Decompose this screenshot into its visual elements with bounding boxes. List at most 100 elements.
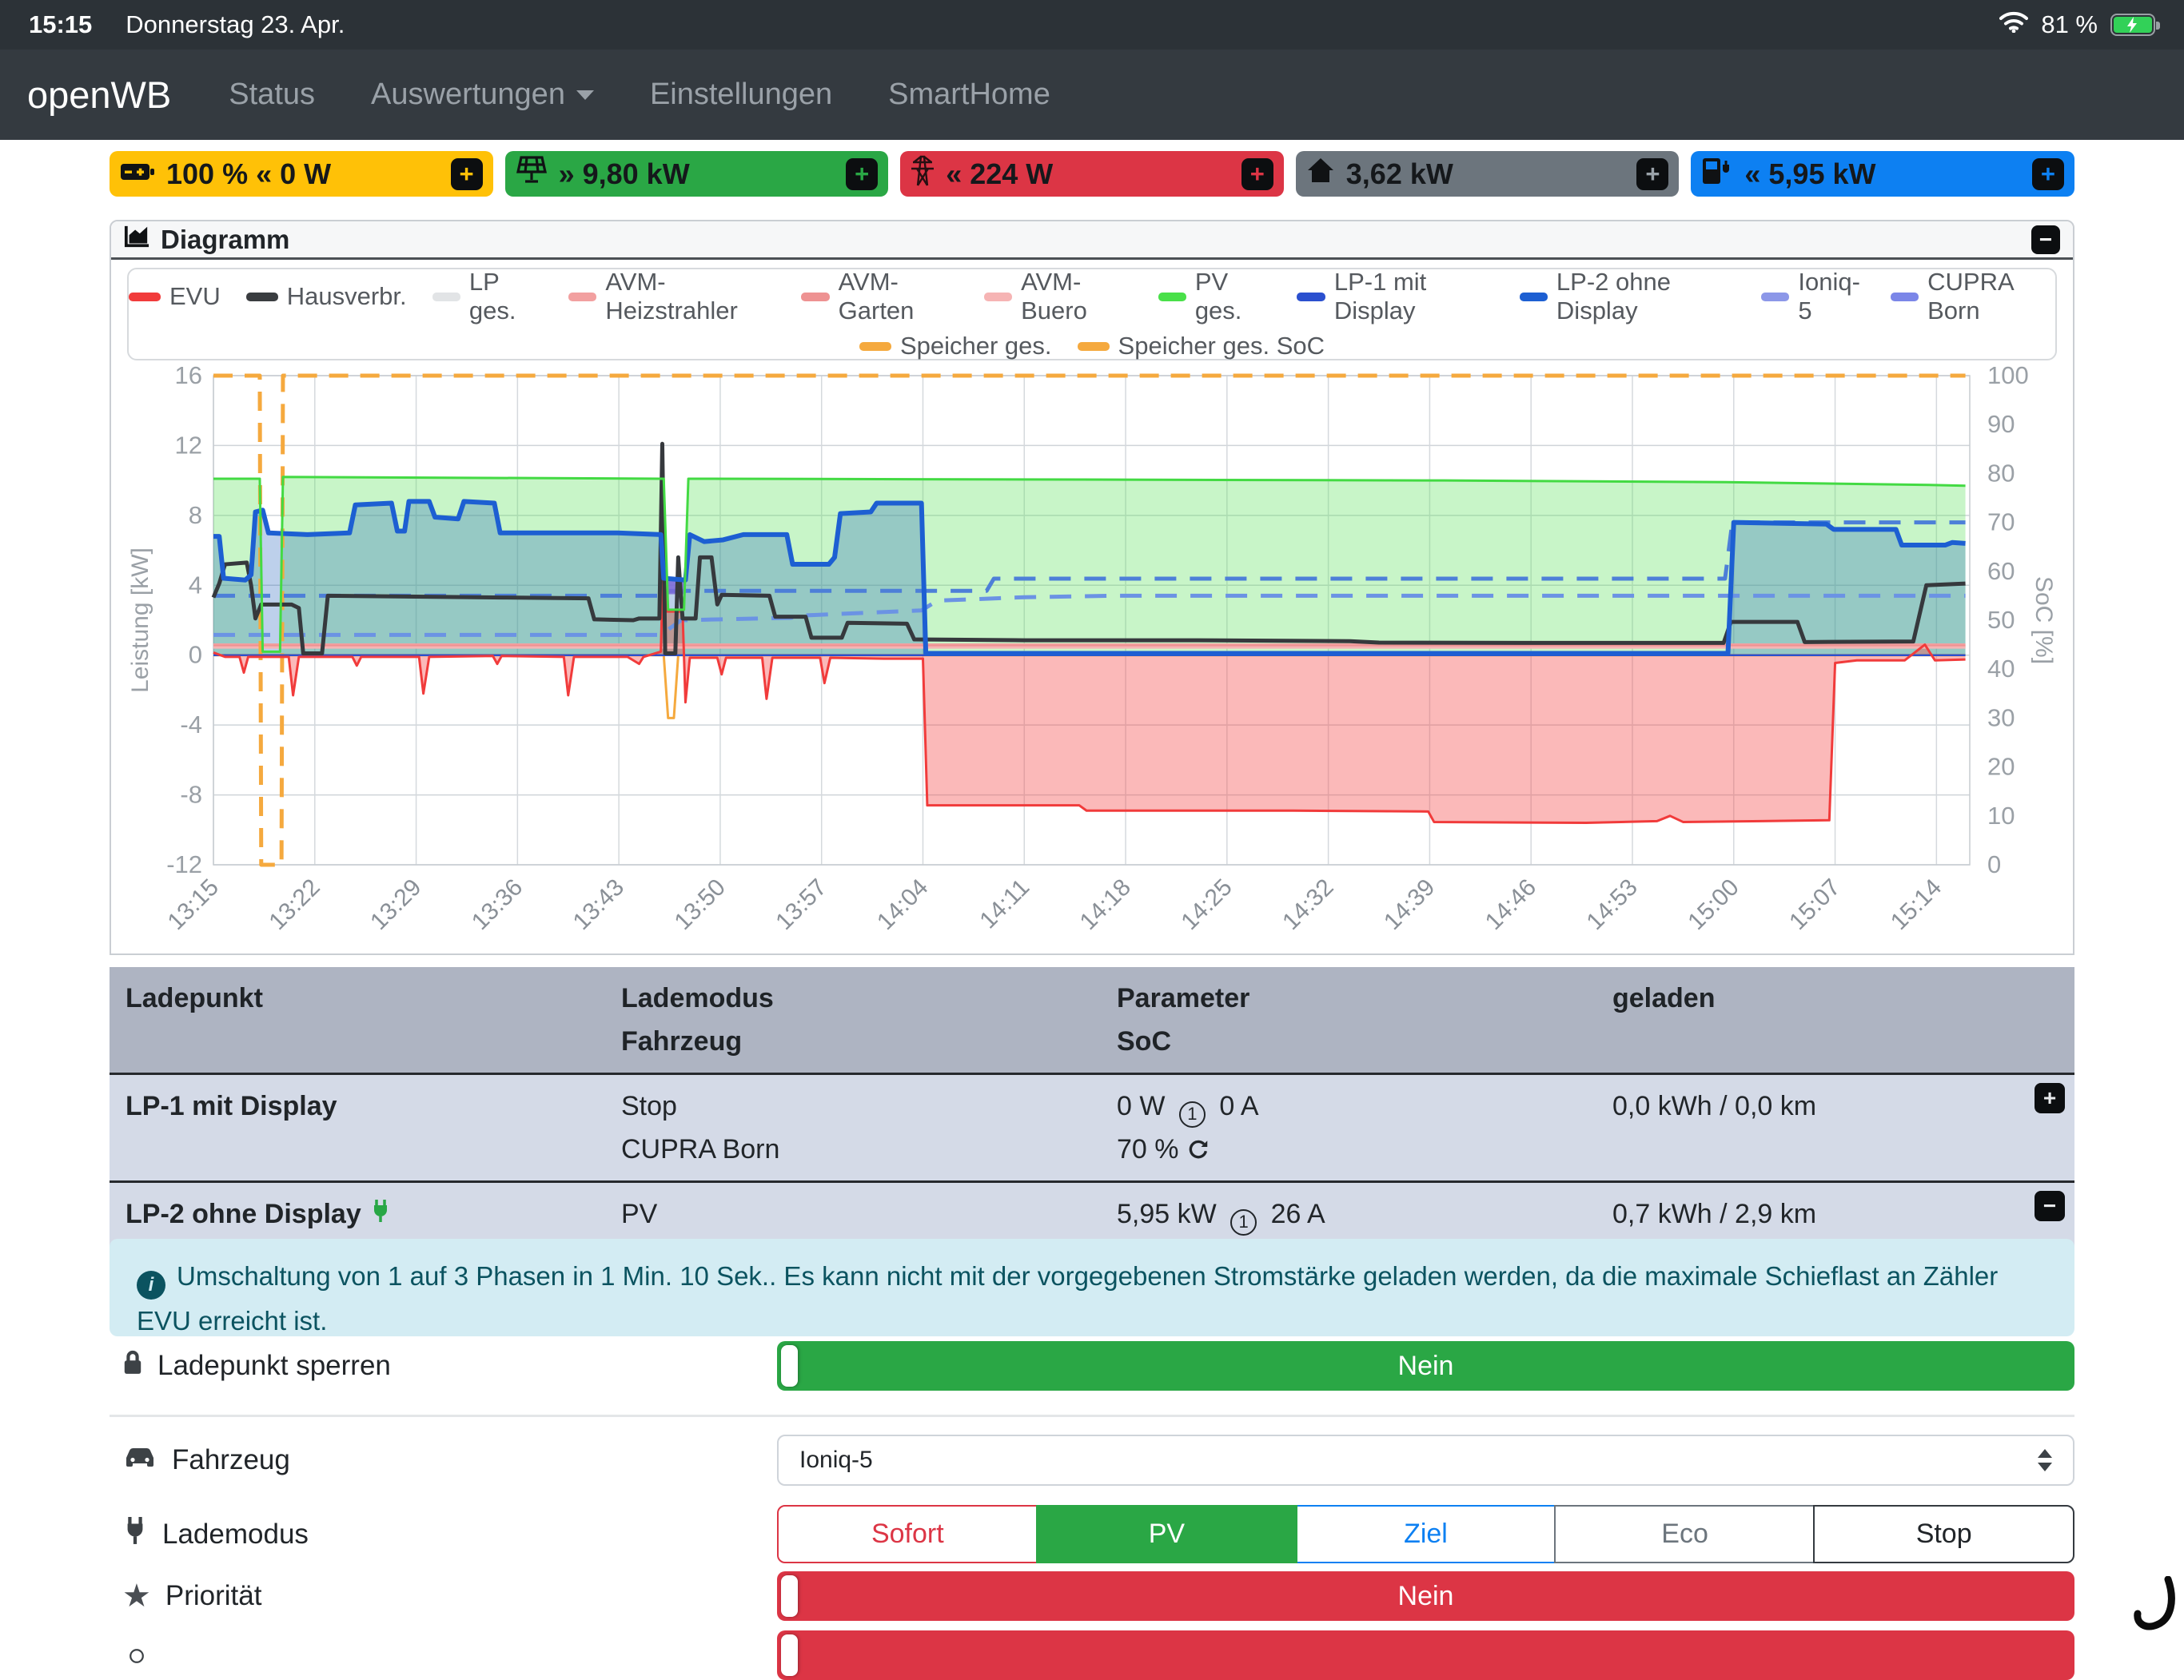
badge-add-button[interactable]: + <box>1241 158 1273 190</box>
nav-item-auswertungen[interactable]: Auswertungen <box>371 78 594 112</box>
legend-item[interactable]: Ioniq-5 <box>1761 268 1865 325</box>
lademodus-icon <box>122 1515 148 1553</box>
mode-button-stop[interactable]: Stop <box>1813 1505 2074 1563</box>
svg-text:-12: -12 <box>166 850 202 878</box>
alert-text: Umschaltung von 1 auf 3 Phasen in 1 Min.… <box>137 1261 1998 1336</box>
wifi-icon <box>1999 10 2028 39</box>
svg-text:70: 70 <box>1987 508 2015 536</box>
legend-item[interactable]: AVM-Garten <box>801 268 958 325</box>
battery-charging-icon <box>2110 14 2155 36</box>
mode-button-sofort[interactable]: Sofort <box>777 1505 1038 1563</box>
row-soc: 70 % <box>1117 1128 1580 1171</box>
chargepoint-name: LP-2 ohne Display <box>126 1192 589 1236</box>
col-fahrzeug: Fahrzeug <box>621 1020 1085 1063</box>
nav-item-status[interactable]: Status <box>229 78 315 112</box>
legend-item[interactable]: Speicher ges. <box>859 332 1052 360</box>
diagram-card-header[interactable]: Diagramm − <box>111 221 2073 260</box>
legend-swatch <box>568 293 596 301</box>
power-soc-chart[interactable]: 1612840-4-8-1213:1513:2213:2913:3613:431… <box>111 365 2076 957</box>
collapse-button[interactable]: − <box>2031 225 2060 254</box>
vehicle-select[interactable]: Ioniq-5 <box>777 1435 2074 1486</box>
legend-item[interactable]: LP-2 ohne Display <box>1520 268 1736 325</box>
toggle-handle[interactable] <box>781 1345 798 1387</box>
row-mode: Stop <box>621 1085 1085 1128</box>
svg-text:50: 50 <box>1987 606 2015 634</box>
status-badge-row: 100 % « 0 W+» 9,80 kW+« 224 W+3,62 kW+« … <box>110 151 2074 197</box>
badge-add-button[interactable]: + <box>1636 158 1668 190</box>
status-date: Donnerstag 23. Apr. <box>126 10 345 39</box>
col-lademodus: Lademodus <box>621 977 1085 1020</box>
col-geladen: geladen <box>1612 977 2058 1020</box>
toggle-handle[interactable] <box>781 1634 798 1676</box>
svg-text:15:07: 15:07 <box>1784 874 1845 935</box>
badge-value: 3,62 kW <box>1346 157 1453 191</box>
col-ladepunkt: Ladepunkt <box>126 977 589 1020</box>
mode-label: Lademodus <box>162 1519 309 1551</box>
row-charged: 0,7 kWh / 2,9 km <box>1612 1192 2058 1236</box>
svg-text:Leistung [kW]: Leistung [kW] <box>127 547 153 693</box>
badge-add-button[interactable]: + <box>451 158 483 190</box>
lock-icon <box>122 1349 143 1383</box>
legend-swatch <box>801 293 829 301</box>
mode-button-ziel[interactable]: Ziel <box>1295 1505 1556 1563</box>
legend-swatch <box>246 293 278 301</box>
toggle-handle[interactable] <box>781 1575 798 1617</box>
mode-button-eco[interactable]: Eco <box>1554 1505 1815 1563</box>
svg-text:13:43: 13:43 <box>568 874 629 935</box>
legend-swatch <box>1520 293 1548 301</box>
legend-item[interactable]: CUPRA Born <box>1891 268 2055 325</box>
svg-text:0: 0 <box>1987 850 2001 878</box>
refresh-icon[interactable] <box>1186 1134 1210 1164</box>
legend-item[interactable]: PV ges. <box>1158 268 1272 325</box>
charger-icon <box>1701 156 1733 192</box>
nav-item-smarthome[interactable]: SmartHome <box>888 78 1050 112</box>
legend-label: AVM-Buero <box>1021 268 1132 325</box>
legend-swatch <box>859 342 891 351</box>
legend-item[interactable]: AVM-Heizstrahler <box>568 268 775 325</box>
svg-text:30: 30 <box>1987 703 2015 731</box>
svg-text:14:53: 14:53 <box>1582 874 1643 935</box>
nav-item-einstellungen[interactable]: Einstellungen <box>650 78 832 112</box>
vehicle-label: Fahrzeug <box>172 1444 290 1476</box>
svg-text:14:46: 14:46 <box>1481 874 1541 935</box>
badge-add-button[interactable]: + <box>846 158 878 190</box>
legend-item[interactable]: LP ges. <box>432 268 543 325</box>
mode-button-pv[interactable]: PV <box>1036 1505 1297 1563</box>
svg-text:10: 10 <box>1987 802 2015 830</box>
legend-label: CUPRA Born <box>1927 268 2055 325</box>
badge-add-button[interactable]: + <box>2032 158 2064 190</box>
legend-swatch <box>1078 342 1110 351</box>
clock-icon <box>122 1639 151 1671</box>
plug-icon <box>371 1192 390 1236</box>
legend-item[interactable]: LP-1 mit Display <box>1297 268 1493 325</box>
row-expand-button[interactable]: + <box>2035 1083 2065 1113</box>
badge-speicher: 100 % « 0 W+ <box>110 151 493 197</box>
legend-item[interactable]: Hausverbr. <box>246 282 407 311</box>
star-icon: ★ <box>122 1580 151 1612</box>
legend-swatch <box>1297 293 1325 301</box>
priority-toggle[interactable]: Nein <box>777 1571 2074 1621</box>
legend-item[interactable]: Speicher ges. SoC <box>1078 332 1325 360</box>
legend-item[interactable]: AVM-Buero <box>984 268 1133 325</box>
badge-value: » 9,80 kW <box>559 157 690 191</box>
chargepoint-name: LP-1 mit Display <box>126 1085 589 1128</box>
badge-ladepunkte: « 5,95 kW+ <box>1691 151 2074 197</box>
legend-label: EVU <box>169 282 221 311</box>
ios-status-bar: 15:15 Donnerstag 23. Apr. 81 % <box>0 0 2184 50</box>
battery-icon <box>120 157 155 191</box>
svg-text:SoC [%]: SoC [%] <box>2031 576 2057 664</box>
navbar: openWB Status Auswertungen Einstellungen… <box>0 50 2184 140</box>
svg-text:15:14: 15:14 <box>1886 874 1947 935</box>
phase-count-icon: 1 <box>1230 1209 1257 1236</box>
diagram-title: Diagramm <box>161 225 289 255</box>
legend-swatch <box>1891 293 1919 301</box>
lock-toggle[interactable]: Nein <box>777 1341 2074 1391</box>
brand-openwb[interactable]: openWB <box>27 73 171 117</box>
divider <box>110 1415 2074 1417</box>
clipped-toggle[interactable] <box>777 1630 2074 1680</box>
svg-text:13:15: 13:15 <box>163 874 224 935</box>
house-icon <box>1306 157 1335 191</box>
legend-item[interactable]: EVU <box>129 282 221 311</box>
legend-swatch <box>432 293 460 301</box>
row-expand-button[interactable]: − <box>2035 1191 2065 1221</box>
